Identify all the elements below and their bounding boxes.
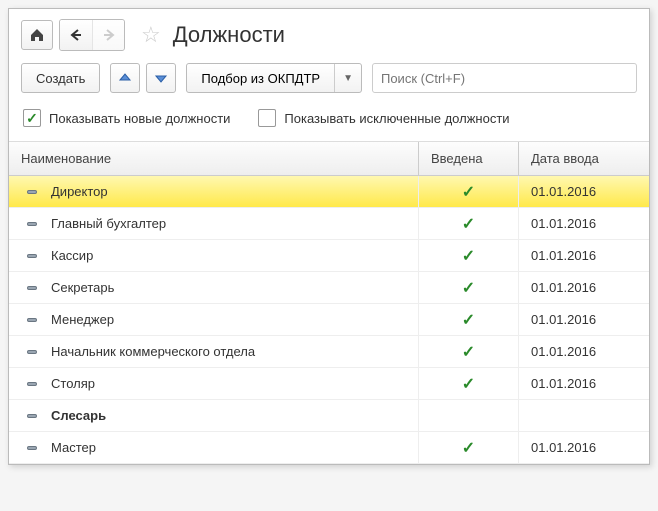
show-excluded-checkbox[interactable] <box>258 109 276 127</box>
cell-name-text: Начальник коммерческого отдела <box>51 344 255 359</box>
arrow-right-icon <box>102 28 116 42</box>
cell-date: 01.01.2016 <box>519 368 649 399</box>
home-icon <box>29 27 45 43</box>
cell-intro: ✓ <box>419 176 519 207</box>
cell-date: 01.01.2016 <box>519 336 649 367</box>
pick-label: Подбор из ОКПДТР <box>187 64 335 92</box>
table-row[interactable]: Директор ✓01.01.2016 <box>9 176 649 208</box>
create-button[interactable]: Создать <box>21 63 100 93</box>
cell-name: Менеджер <box>9 304 419 335</box>
move-down-button[interactable] <box>146 63 176 93</box>
cell-name-text: Секретарь <box>51 280 114 295</box>
positions-table: Наименование Введена Дата ввода Директор… <box>9 142 649 464</box>
cell-name: Слесарь <box>9 400 419 431</box>
favorite-star-icon[interactable]: ☆ <box>141 22 161 48</box>
arrow-left-icon <box>69 28 83 42</box>
arrow-up-icon <box>118 71 132 85</box>
table-body: Директор✓01.01.2016Главный бухгалтер✓01.… <box>9 176 649 464</box>
toolbar: Создать Подбор из ОКПДТР ▼ <box>9 57 649 99</box>
cell-name: Мастер <box>9 432 419 463</box>
cell-date: 01.01.2016 <box>519 272 649 303</box>
item-icon <box>27 382 37 386</box>
cell-date: 01.01.2016 <box>519 208 649 239</box>
col-intro[interactable]: Введена <box>419 142 519 175</box>
cell-name: Начальник коммерческого отдела <box>9 336 419 367</box>
home-button[interactable] <box>21 20 53 50</box>
table-row[interactable]: Слесарь <box>9 400 649 432</box>
cell-intro <box>419 400 519 431</box>
move-group <box>110 63 176 93</box>
filter-row: Показывать новые должности Показывать ис… <box>9 99 649 142</box>
table-row[interactable]: Начальник коммерческого отдела ✓01.01.201… <box>9 336 649 368</box>
item-icon <box>27 222 37 226</box>
move-up-button[interactable] <box>110 63 140 93</box>
cell-name: Столяр <box>9 368 419 399</box>
col-date[interactable]: Дата ввода <box>519 142 649 175</box>
item-icon <box>27 318 37 322</box>
nav-group <box>59 19 125 51</box>
arrow-down-icon <box>154 71 168 85</box>
col-name[interactable]: Наименование <box>9 142 419 175</box>
cell-intro: ✓ <box>419 432 519 463</box>
item-icon <box>27 446 37 450</box>
cell-name-text: Главный бухгалтер <box>51 216 166 231</box>
cell-date: 01.01.2016 <box>519 304 649 335</box>
cell-name-text: Директор <box>51 184 108 199</box>
cell-name: Секретарь <box>9 272 419 303</box>
table-row[interactable]: Мастер ✓01.01.2016 <box>9 432 649 464</box>
cell-name: Директор <box>9 176 419 207</box>
cell-intro: ✓ <box>419 208 519 239</box>
window: ☆ Должности Создать Подбор из ОКПДТР ▼ П… <box>8 8 650 465</box>
cell-name-text: Столяр <box>51 376 95 391</box>
show-excluded-label: Показывать исключенные должности <box>284 111 509 126</box>
table-row[interactable]: Главный бухгалтер ✓01.01.2016 <box>9 208 649 240</box>
cell-name: Главный бухгалтер <box>9 208 419 239</box>
search-input[interactable] <box>372 63 637 93</box>
cell-name-text: Мастер <box>51 440 96 455</box>
cell-intro: ✓ <box>419 304 519 335</box>
cell-date: 01.01.2016 <box>519 176 649 207</box>
show-new-checkbox[interactable] <box>23 109 41 127</box>
cell-intro: ✓ <box>419 368 519 399</box>
cell-intro: ✓ <box>419 336 519 367</box>
cell-intro: ✓ <box>419 240 519 271</box>
forward-button[interactable] <box>92 20 124 50</box>
cell-name-text: Кассир <box>51 248 93 263</box>
pick-from-okpdtr-button[interactable]: Подбор из ОКПДТР ▼ <box>186 63 362 93</box>
table-row[interactable]: Столяр ✓01.01.2016 <box>9 368 649 400</box>
cell-name-text: Слесарь <box>51 408 106 423</box>
cell-name-text: Менеджер <box>51 312 114 327</box>
item-icon <box>27 350 37 354</box>
item-icon <box>27 254 37 258</box>
table-row[interactable]: Менеджер ✓01.01.2016 <box>9 304 649 336</box>
page-title: Должности <box>173 22 285 48</box>
table-row[interactable]: Секретарь ✓01.01.2016 <box>9 272 649 304</box>
cell-name: Кассир <box>9 240 419 271</box>
table-header: Наименование Введена Дата ввода <box>9 142 649 176</box>
back-button[interactable] <box>60 20 92 50</box>
show-new-label: Показывать новые должности <box>49 111 230 126</box>
item-icon <box>27 286 37 290</box>
table-row[interactable]: Кассир ✓01.01.2016 <box>9 240 649 272</box>
cell-date: 01.01.2016 <box>519 240 649 271</box>
header: ☆ Должности <box>9 9 649 57</box>
item-icon <box>27 190 37 194</box>
item-icon <box>27 414 37 418</box>
chevron-down-icon: ▼ <box>335 73 361 84</box>
cell-date: 01.01.2016 <box>519 432 649 463</box>
cell-date <box>519 400 649 431</box>
cell-intro: ✓ <box>419 272 519 303</box>
